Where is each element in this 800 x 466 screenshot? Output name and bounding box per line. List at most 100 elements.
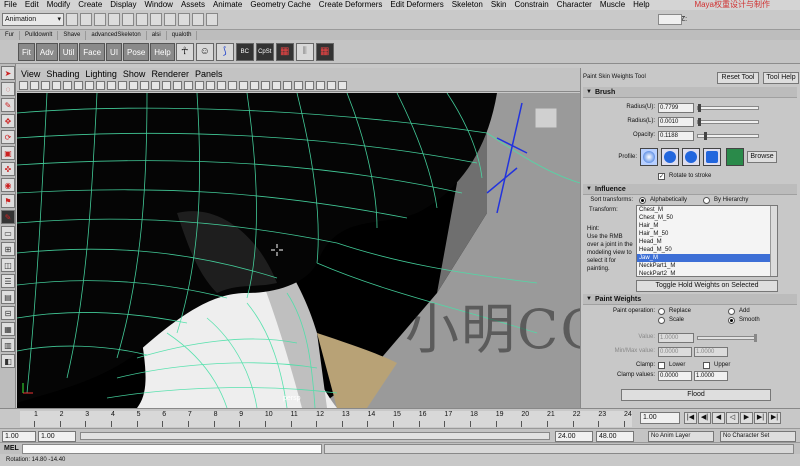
viewport-tool-icon[interactable] [184, 81, 193, 90]
viewport-tool-icon[interactable] [30, 81, 39, 90]
menu-constrain[interactable]: Constrain [510, 0, 552, 10]
menu-display[interactable]: Display [106, 0, 140, 10]
value-slider[interactable] [697, 334, 757, 342]
anim-layer-select[interactable]: No Anim Layer [648, 431, 714, 442]
viewport-tool-icon[interactable] [228, 81, 237, 90]
menu-file[interactable]: File [0, 0, 21, 10]
influence-scrollbar[interactable] [770, 206, 777, 276]
step-back-key-icon[interactable]: ◀| [698, 412, 711, 424]
flood-button[interactable]: Flood [621, 389, 771, 401]
viewport-tool-icon[interactable] [162, 81, 171, 90]
manip-tool-icon[interactable]: ✜ [1, 162, 15, 176]
bc-icon[interactable]: BC [235, 42, 254, 61]
op-smooth-radio[interactable] [728, 317, 735, 324]
viewport-tool-icon[interactable] [118, 81, 127, 90]
rotate-tool-icon[interactable]: ⟳ [1, 130, 15, 144]
step-back-icon[interactable]: ◀ [712, 412, 725, 424]
shelf-button-util[interactable]: Util [58, 42, 79, 61]
shelf-button-pose[interactable]: Pose [123, 42, 150, 61]
command-input[interactable] [22, 444, 322, 454]
layout-extra-icon[interactable]: ◧ [1, 354, 15, 368]
viewport-tool-icon[interactable] [129, 81, 138, 90]
shelf-tab-shave[interactable]: Shave [58, 31, 87, 40]
rotate-to-stroke-checkbox[interactable]: ✓ [658, 173, 665, 180]
viewport-tool-icon[interactable] [74, 81, 83, 90]
last-tool-icon[interactable]: ✎ [1, 210, 15, 224]
op-scale-radio[interactable] [658, 317, 665, 324]
influence-item[interactable]: Head_M_50 [637, 246, 777, 254]
viewport-tool-icon[interactable] [272, 81, 281, 90]
range-bar[interactable] [80, 432, 550, 440]
layout-four-icon[interactable]: ⊞ [1, 242, 15, 256]
viewport-menu-lighting[interactable]: Lighting [83, 69, 119, 79]
open-scene-icon[interactable] [80, 13, 92, 26]
new-scene-icon[interactable] [66, 13, 78, 26]
menu-skin[interactable]: Skin [487, 0, 511, 10]
viewport-tool-icon[interactable] [305, 81, 314, 90]
radius-l-field[interactable]: 0.0010 [658, 117, 694, 127]
viewport-tool-icon[interactable] [239, 81, 248, 90]
start-time-field[interactable]: 1.00 [2, 431, 36, 442]
radius-u-field[interactable]: 0.7799 [658, 103, 694, 113]
scale-tool-icon[interactable]: ▣ [1, 146, 15, 160]
show-manip-icon[interactable]: ⚑ [1, 194, 15, 208]
influence-item[interactable]: NeckPart1_M [637, 262, 777, 270]
menu-character[interactable]: Character [553, 0, 596, 10]
clamp-upper-checkbox[interactable] [703, 362, 710, 369]
current-time-field[interactable]: 1.00 [640, 412, 680, 424]
viewport-tool-icon[interactable] [85, 81, 94, 90]
render-icon[interactable] [192, 13, 204, 26]
mode-select[interactable]: Animation [2, 13, 64, 26]
layout-hypershade-icon[interactable]: ▦ [1, 322, 15, 336]
profile-solid-icon[interactable] [682, 148, 700, 166]
viewport-tool-icon[interactable] [327, 81, 336, 90]
reset-tool-button[interactable]: Reset Tool [717, 72, 759, 84]
end-time-field[interactable]: 48.00 [596, 431, 634, 442]
viewport-tool-icon[interactable] [206, 81, 215, 90]
select-object-icon[interactable] [122, 13, 134, 26]
clamp-min-field[interactable]: 0.0000 [658, 371, 692, 381]
bend-icon[interactable]: ⟆ [215, 42, 234, 61]
shelf-tab-fur[interactable]: Fur [0, 31, 20, 40]
skeleton-icon[interactable]: ☥ [175, 42, 194, 61]
play-back-icon[interactable]: ◁ [726, 412, 739, 424]
menu-edit[interactable]: Edit [21, 0, 43, 10]
shelf-button-fit[interactable]: Fit [18, 42, 35, 61]
profile-soft-icon[interactable] [661, 148, 679, 166]
viewport-tool-icon[interactable] [338, 81, 347, 90]
time-slider[interactable]: 1 2 3 4 5 6 7 8 9 10 11 12 13 14 15 16 17 18 19 20 21 22 23 24 [0, 408, 800, 428]
go-end-icon[interactable]: ▶| [768, 412, 781, 424]
character-set-select[interactable]: No Character Set [720, 431, 796, 442]
profile-gaussian-icon[interactable] [640, 148, 658, 166]
move-tool-icon[interactable]: ✥ [1, 114, 15, 128]
viewport-tool-icon[interactable] [283, 81, 292, 90]
select-hierarchy-icon[interactable] [108, 13, 120, 26]
face-icon[interactable]: ☺ [195, 42, 214, 61]
ipr-render-icon[interactable] [206, 13, 218, 26]
layout-render-icon[interactable]: ▥ [1, 338, 15, 352]
menu-muscle[interactable]: Muscle [596, 0, 629, 10]
go-start-icon[interactable]: |◀ [684, 412, 697, 424]
menu-create-deformers[interactable]: Create Deformers [315, 0, 387, 10]
influence-item[interactable]: Chest_M [637, 206, 777, 214]
min-value-field[interactable]: 0.0000 [658, 347, 692, 357]
save-scene-icon[interactable] [94, 13, 106, 26]
influence-section-header[interactable]: Influence [583, 184, 797, 195]
joints-icon[interactable]: ⦀ [295, 42, 314, 61]
viewport-menu-shading[interactable]: Shading [44, 69, 81, 79]
menu-create[interactable]: Create [74, 0, 106, 10]
layout-three-icon[interactable]: ⊟ [1, 306, 15, 320]
menu-skeleton[interactable]: Skeleton [448, 0, 487, 10]
viewport-menu-panels[interactable]: Panels [193, 69, 225, 79]
clamp-lower-checkbox[interactable] [658, 362, 665, 369]
influence-list[interactable]: Chest_M Chest_M_50 Hair_M Hair_M_50 Head_M He… [636, 205, 778, 277]
viewport-tool-icon[interactable] [217, 81, 226, 90]
viewport-tool-icon[interactable] [107, 81, 116, 90]
tools-icon[interactable]: ▦ [315, 42, 334, 61]
shelf-button-face[interactable]: Face [79, 42, 106, 61]
viewport-tool-icon[interactable] [151, 81, 160, 90]
viewport-tool-icon[interactable] [41, 81, 50, 90]
paint-select-icon[interactable]: ✎ [1, 98, 15, 112]
playback-start-field[interactable]: 1.00 [38, 431, 76, 442]
profile-square-icon[interactable] [703, 148, 721, 166]
